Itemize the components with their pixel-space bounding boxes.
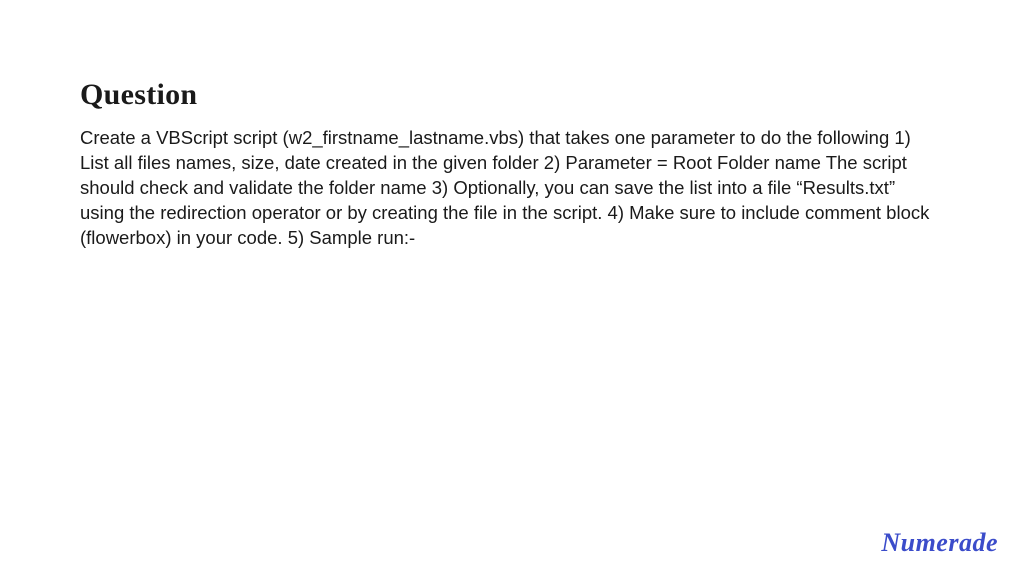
question-heading: Question [80, 78, 944, 112]
content-area: Question Create a VBScript script (w2_fi… [0, 0, 1024, 251]
question-body: Create a VBScript script (w2_firstname_l… [80, 126, 944, 251]
brand-logo: Numerade [881, 528, 998, 558]
